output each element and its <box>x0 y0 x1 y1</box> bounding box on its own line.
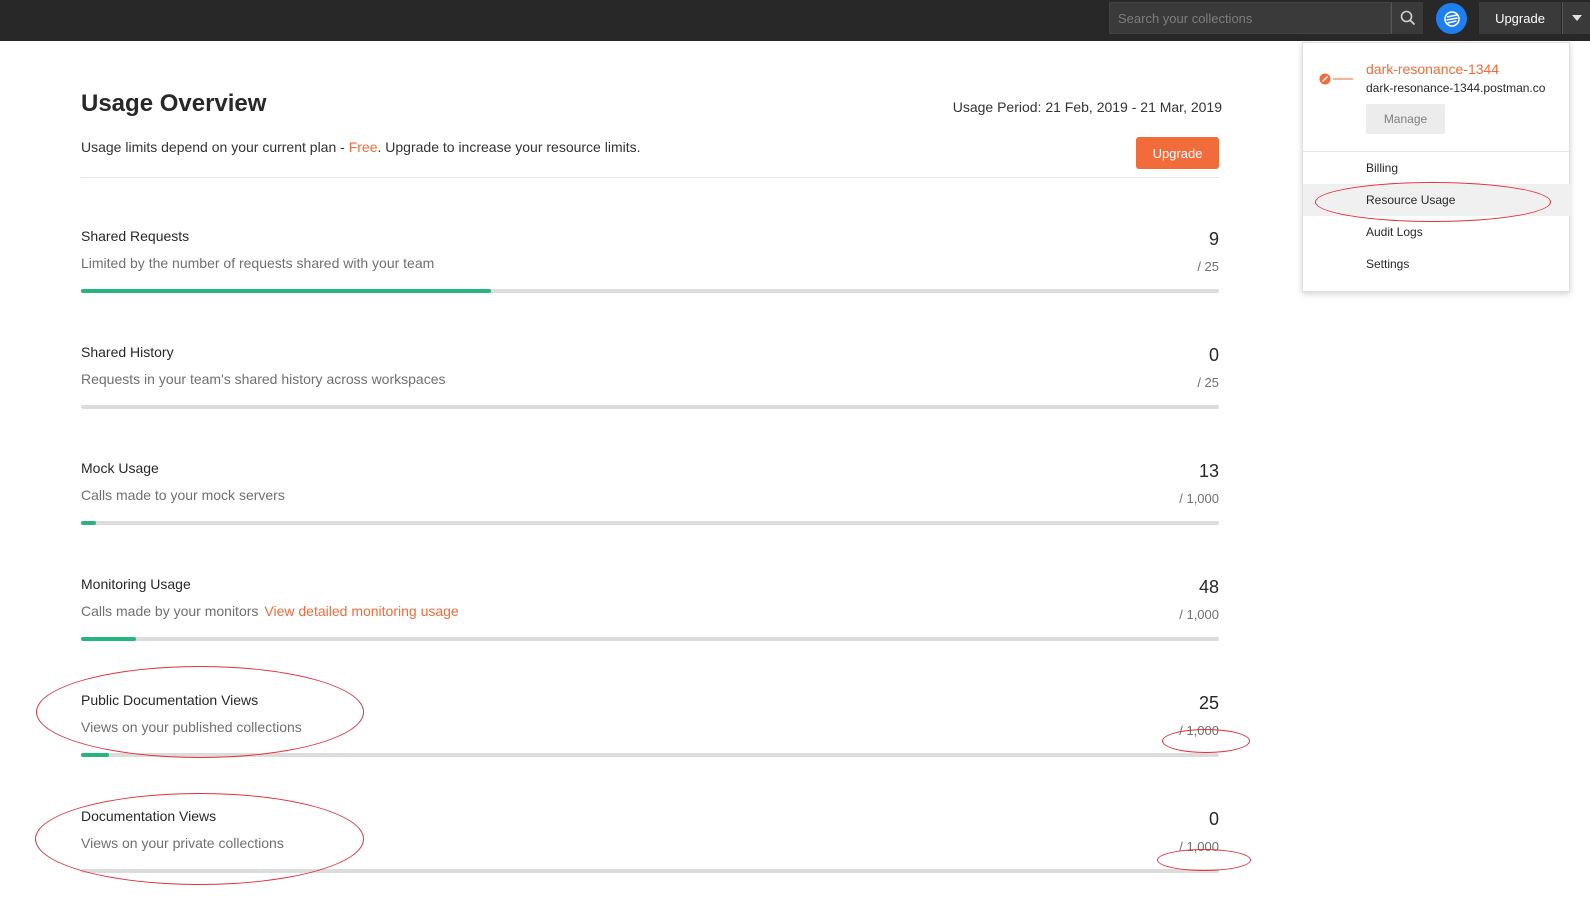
manage-team-button[interactable]: Manage <box>1366 104 1445 134</box>
team-dropdown-menu: dark-resonance-1344 dark-resonance-1344.… <box>1302 42 1571 292</box>
header-divider <box>81 177 1219 178</box>
postman-logo-icon <box>1319 73 1355 85</box>
plan-description-suffix: . Upgrade to increase your resource limi… <box>377 139 641 155</box>
upgrade-menu-button[interactable] <box>1562 2 1590 34</box>
usage-description: Calls made to your mock servers <box>81 487 285 503</box>
usage-row-shared-requests: Shared Requests Limited by the number of… <box>81 228 1219 308</box>
usage-row-shared-history: Shared History Requests in your team's s… <box>81 344 1219 424</box>
usage-title: Shared Requests <box>81 228 190 244</box>
usage-limit: / 1,000 <box>1179 607 1219 622</box>
team-name: dark-resonance-1344 <box>1366 61 1500 77</box>
menu-item-settings[interactable]: Settings <box>1303 248 1571 280</box>
usage-progress-track <box>81 753 1219 757</box>
usage-count: 9 <box>1208 229 1219 249</box>
usage-progress-track <box>81 289 1219 293</box>
menu-item-audit-logs[interactable]: Audit Logs <box>1303 216 1571 248</box>
usage-count: 25 <box>1198 693 1219 713</box>
usage-row-mock-usage: Mock Usage Calls made to your mock serve… <box>81 460 1219 540</box>
usage-limit: / 1,000 <box>1179 723 1219 738</box>
top-bar: Upgrade <box>0 0 1590 41</box>
usage-progress-fill <box>81 289 491 293</box>
usage-progress-fill <box>81 753 110 757</box>
usage-progress-fill <box>81 637 136 641</box>
usage-limit: / 25 <box>1197 259 1219 274</box>
menu-item-resource-usage[interactable]: Resource Usage <box>1303 184 1571 216</box>
satellite-icon <box>1443 10 1460 27</box>
usage-title: Monitoring Usage <box>81 576 191 592</box>
caret-down-icon <box>1571 15 1582 21</box>
usage-row-documentation-views: Documentation Views Views on your privat… <box>81 808 1219 888</box>
usage-period: Usage Period: 21 Feb, 2019 - 21 Mar, 201… <box>952 99 1222 115</box>
usage-row-monitoring-usage: Monitoring Usage Calls made by your moni… <box>81 576 1219 656</box>
search-button[interactable] <box>1391 2 1423 34</box>
usage-count: 13 <box>1198 461 1219 481</box>
menu-item-billing[interactable]: Billing <box>1303 152 1571 184</box>
usage-title: Public Documentation Views <box>81 692 259 708</box>
usage-limit: / 1,000 <box>1179 491 1219 506</box>
usage-description-text: Calls made by your monitors <box>81 603 259 619</box>
usage-progress-track <box>81 869 1219 873</box>
team-domain: dark-resonance-1344.postman.co <box>1366 81 1546 95</box>
usage-progress-track <box>81 521 1219 525</box>
user-avatar[interactable] <box>1436 3 1467 34</box>
usage-limit: / 25 <box>1197 375 1219 390</box>
usage-description: Requests in your team's shared history a… <box>81 371 446 387</box>
usage-description: Views on your published collections <box>81 719 302 735</box>
usage-count: 48 <box>1198 577 1219 597</box>
usage-title: Shared History <box>81 344 174 360</box>
monitoring-details-link[interactable]: View detailed monitoring usage <box>264 603 458 619</box>
current-plan: Free <box>348 139 378 155</box>
search-input[interactable] <box>1109 2 1391 34</box>
plan-description-prefix: Usage limits depend on your current plan… <box>81 139 349 155</box>
usage-progress-track <box>81 637 1219 641</box>
usage-count: 0 <box>1208 809 1219 829</box>
upgrade-button-top[interactable]: Upgrade <box>1479 2 1561 34</box>
usage-progress-fill <box>81 521 96 525</box>
search-icon <box>1400 10 1415 26</box>
usage-row-public-documentation-views: Public Documentation Views Views on your… <box>81 692 1219 772</box>
usage-description: Limited by the number of requests shared… <box>81 255 435 271</box>
usage-title: Mock Usage <box>81 460 159 476</box>
usage-count: 0 <box>1208 345 1219 365</box>
usage-progress-track <box>81 405 1219 409</box>
page-title: Usage Overview <box>81 90 267 117</box>
usage-title: Documentation Views <box>81 808 217 824</box>
upgrade-button[interactable]: Upgrade <box>1136 137 1219 169</box>
plan-description: Usage limits depend on your current plan… <box>81 139 641 155</box>
usage-limit: / 1,000 <box>1179 839 1219 854</box>
usage-description: Calls made by your monitors View detailed… <box>81 603 459 619</box>
usage-description: Views on your private collections <box>81 835 284 851</box>
